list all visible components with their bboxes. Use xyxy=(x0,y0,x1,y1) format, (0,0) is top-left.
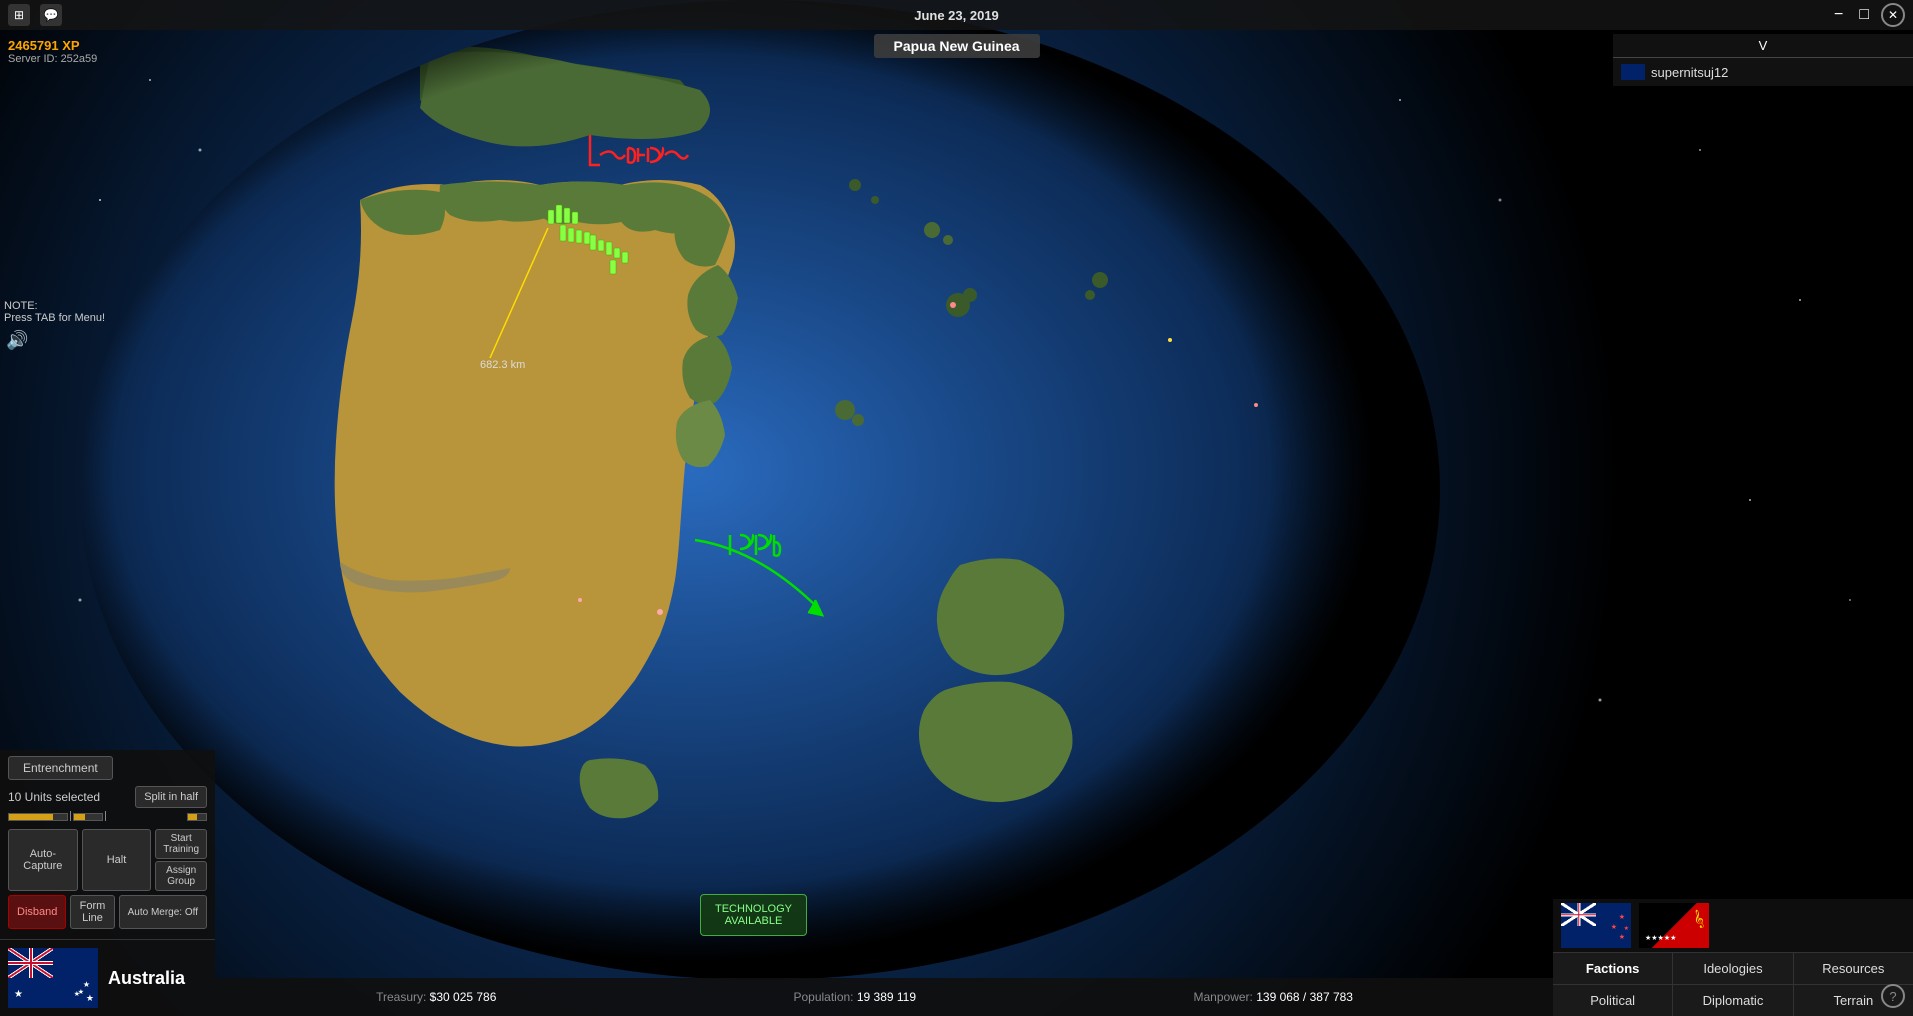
close-icon[interactable]: ✕ xyxy=(1881,3,1905,27)
progress-bar-2 xyxy=(73,813,103,821)
minimize-icon[interactable]: − xyxy=(1830,6,1847,24)
units-selected-label: 10 Units selected xyxy=(8,790,100,804)
server-id: Server ID: 252a59 xyxy=(8,53,97,65)
home-icon[interactable]: ⊞ xyxy=(8,4,30,26)
nz-flag: ★ ★ ★ ★ xyxy=(1561,903,1631,948)
player-flag xyxy=(1621,64,1645,80)
bottom-left-panel: Entrenchment 10 Units selected Split in … xyxy=(0,750,215,1016)
xp-label: 2465791 XP xyxy=(8,38,97,53)
auto-capture-button[interactable]: Auto-Capture xyxy=(8,829,78,891)
note-text: NOTE: Press TAB for Menu! xyxy=(4,300,105,324)
resources-button[interactable]: Resources xyxy=(1794,953,1913,984)
ideologies-button[interactable]: Ideologies xyxy=(1673,953,1792,984)
top-left-icons: ⊞ 💬 xyxy=(8,4,62,26)
maximize-icon[interactable]: □ xyxy=(1855,6,1873,24)
units-row: 10 Units selected Split in half xyxy=(8,786,207,808)
flag-country-row: ★ ★ ★ ★ ★ Australia xyxy=(0,939,215,1016)
player-panel-title: V xyxy=(1613,34,1913,58)
progress-tick-1 xyxy=(70,811,71,821)
action-buttons-row1: Auto-Capture Halt Start Training Assign … xyxy=(8,829,207,891)
split-half-button[interactable]: Split in half xyxy=(135,786,207,808)
disband-button[interactable]: Disband xyxy=(8,895,66,929)
player-name: supernitsuj12 xyxy=(1651,65,1728,80)
progress-bar-3 xyxy=(187,813,207,821)
png-flag: 𝄞 ★★★★★ xyxy=(1639,903,1709,948)
chat-icon[interactable]: 💬 xyxy=(40,4,62,26)
manpower-item: Manpower: 139 068 / 387 783 xyxy=(1064,990,1483,1004)
entrenchment-button[interactable]: Entrenchment xyxy=(8,756,113,780)
auto-merge-button[interactable]: Auto Merge: Off xyxy=(119,895,207,929)
training-group-btns: Start Training Assign Group xyxy=(155,829,207,891)
treasury-item: Treasury: $30 025 786 xyxy=(227,990,646,1004)
xp-info: 2465791 XP Server ID: 252a59 xyxy=(0,34,105,69)
factions-button[interactable]: Factions xyxy=(1553,953,1672,984)
tech-popup: TECHNOLOGY AVAILABLE xyxy=(700,894,807,936)
political-button[interactable]: Political xyxy=(1553,985,1672,1016)
start-training-button[interactable]: Start Training xyxy=(155,829,207,859)
form-line-button[interactable]: Form Line xyxy=(70,895,114,929)
assign-group-button[interactable]: Assign Group xyxy=(155,861,207,891)
population-item: Population: 19 389 119 xyxy=(646,990,1065,1004)
action-buttons-row2: Disband Form Line Auto Merge: Off xyxy=(8,895,207,929)
diplomatic-button[interactable]: Diplomatic xyxy=(1673,985,1792,1016)
australia-flag: ★ ★ ★ ★ ★ xyxy=(8,948,98,1008)
date-display: June 23, 2019 xyxy=(914,8,999,23)
progress-bar-fill-2 xyxy=(74,814,85,820)
halt-button[interactable]: Halt xyxy=(82,829,152,891)
top-bar: ⊞ 💬 June 23, 2019 − □ ✕ xyxy=(0,0,1913,30)
top-right-area: − □ ✕ xyxy=(1830,3,1905,27)
player-panel: V supernitsuj12 xyxy=(1613,34,1913,86)
br-flags-row: ★ ★ ★ ★ 𝄞 ★★★★★ xyxy=(1553,899,1913,953)
br-nav-grid: Factions Ideologies Resources Political … xyxy=(1553,953,1913,1016)
bottom-right-panel: ★ ★ ★ ★ 𝄞 ★★★★★ Factions Ideologies Reso… xyxy=(1553,899,1913,1016)
player-entry: supernitsuj12 xyxy=(1613,58,1913,86)
help-icon[interactable]: ? xyxy=(1881,984,1905,1008)
country-name-label: Australia xyxy=(108,968,185,989)
volume-icon[interactable]: 🔊 xyxy=(6,330,28,351)
progress-bar-fill-1 xyxy=(9,814,53,820)
progress-bar-1 xyxy=(8,813,68,821)
progress-bar-row xyxy=(8,812,207,821)
progress-bar-right xyxy=(187,813,207,821)
progress-tick-2 xyxy=(105,811,106,821)
country-banner[interactable]: Papua New Guinea xyxy=(873,34,1039,58)
unit-panel: Entrenchment 10 Units selected Split in … xyxy=(0,750,215,939)
